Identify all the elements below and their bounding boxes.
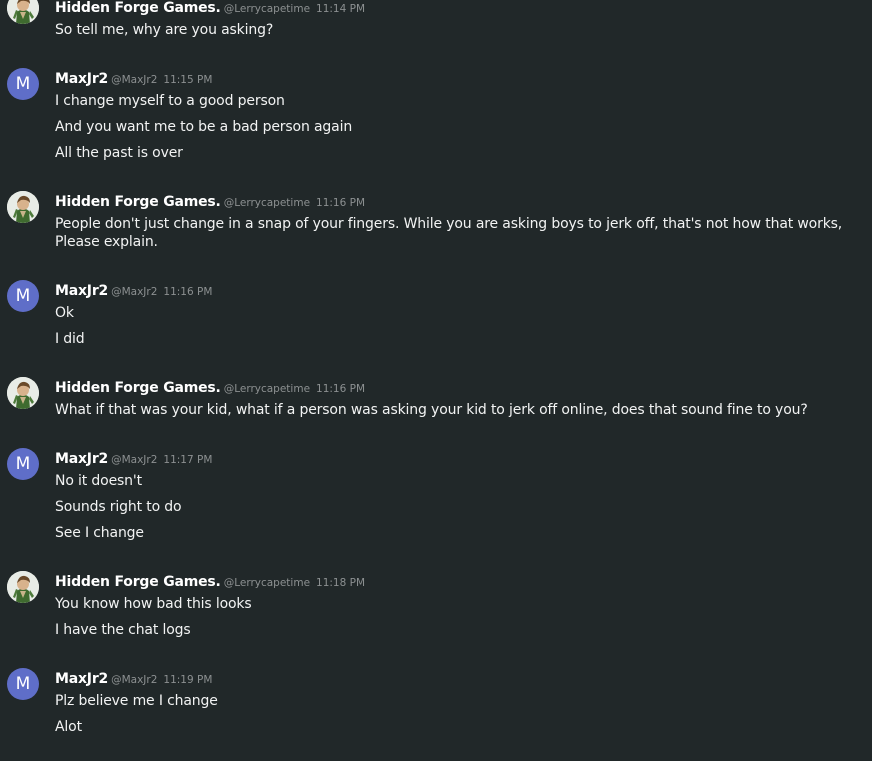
username[interactable]: MaxJr2 [55, 283, 108, 299]
avatar[interactable] [7, 571, 39, 603]
hidden-forge-avatar-icon [7, 377, 39, 409]
message-header: MaxJr2 @MaxJr2 11:17 PM [55, 450, 213, 467]
message-text: What if that was your kid, what if a per… [55, 402, 808, 418]
message-header: MaxJr2 @MaxJr2 11:16 PM [55, 282, 213, 299]
message-text: I have the chat logs [55, 622, 191, 638]
hidden-forge-avatar-icon [7, 0, 39, 24]
message-header: Hidden Forge Games. @Lerrycapetime 11:16 P… [55, 379, 366, 396]
message-text: I did [55, 331, 85, 347]
timestamp: 11:15 PM [163, 74, 213, 86]
user-handle: @Lerrycapetime [223, 3, 311, 15]
user-handle: @MaxJr2 [111, 454, 158, 466]
username[interactable]: MaxJr2 [55, 671, 108, 687]
message-text: All the past is over [55, 145, 183, 161]
avatar[interactable] [7, 0, 39, 24]
message-text: People don't just change in a snap of yo… [55, 216, 843, 250]
message-text: I change myself to a good person [55, 93, 285, 109]
message-text: Sounds right to do [55, 499, 182, 515]
message-header: Hidden Forge Games. @Lerrycapetime 11:16 P… [55, 193, 366, 210]
user-handle: @Lerrycapetime [223, 197, 311, 209]
user-handle: @MaxJr2 [111, 74, 158, 86]
username[interactable]: Hidden Forge Games. [55, 574, 221, 590]
avatar[interactable]: M [7, 448, 39, 480]
user-handle: @Lerrycapetime [223, 577, 311, 589]
message-header: MaxJr2 @MaxJr2 11:19 PM [55, 670, 213, 687]
username[interactable]: Hidden Forge Games. [55, 380, 221, 396]
avatar[interactable] [7, 377, 39, 409]
timestamp: 11:19 PM [163, 674, 213, 686]
timestamp: 11:16 PM [316, 197, 366, 209]
hidden-forge-avatar-icon [7, 571, 39, 603]
username[interactable]: Hidden Forge Games. [55, 0, 221, 16]
message-text: Alot [55, 719, 82, 735]
user-handle: @MaxJr2 [111, 286, 158, 298]
timestamp: 11:17 PM [163, 454, 213, 466]
timestamp: 11:14 PM [316, 3, 366, 15]
username[interactable]: MaxJr2 [55, 451, 108, 467]
timestamp: 11:16 PM [316, 383, 366, 395]
user-handle: @MaxJr2 [111, 674, 158, 686]
timestamp: 11:18 PM [316, 577, 366, 589]
timestamp: 11:16 PM [163, 286, 213, 298]
username[interactable]: Hidden Forge Games. [55, 194, 221, 210]
message-text: No it doesn't [55, 473, 142, 489]
message-text: So tell me, why are you asking? [55, 22, 274, 38]
username[interactable]: MaxJr2 [55, 71, 108, 87]
message-text: See I change [55, 525, 144, 541]
user-handle: @Lerrycapetime [223, 383, 311, 395]
hidden-forge-avatar-icon [7, 191, 39, 223]
avatar[interactable]: M [7, 280, 39, 312]
message-header: Hidden Forge Games. @Lerrycapetime 11:18 P… [55, 573, 366, 590]
message-text: Plz believe me I change [55, 693, 218, 709]
avatar[interactable] [7, 191, 39, 223]
chat-log: Hidden Forge Games. @Lerrycapetime 11:14 P… [0, 0, 872, 761]
message-text: You know how bad this looks [55, 596, 252, 612]
message-text: Ok [55, 305, 74, 321]
avatar[interactable]: M [7, 668, 39, 700]
avatar[interactable]: M [7, 68, 39, 100]
message-header: Hidden Forge Games. @Lerrycapetime 11:14 P… [55, 0, 366, 16]
message-text: And you want me to be a bad person again [55, 119, 353, 135]
message-header: MaxJr2 @MaxJr2 11:15 PM [55, 70, 213, 87]
